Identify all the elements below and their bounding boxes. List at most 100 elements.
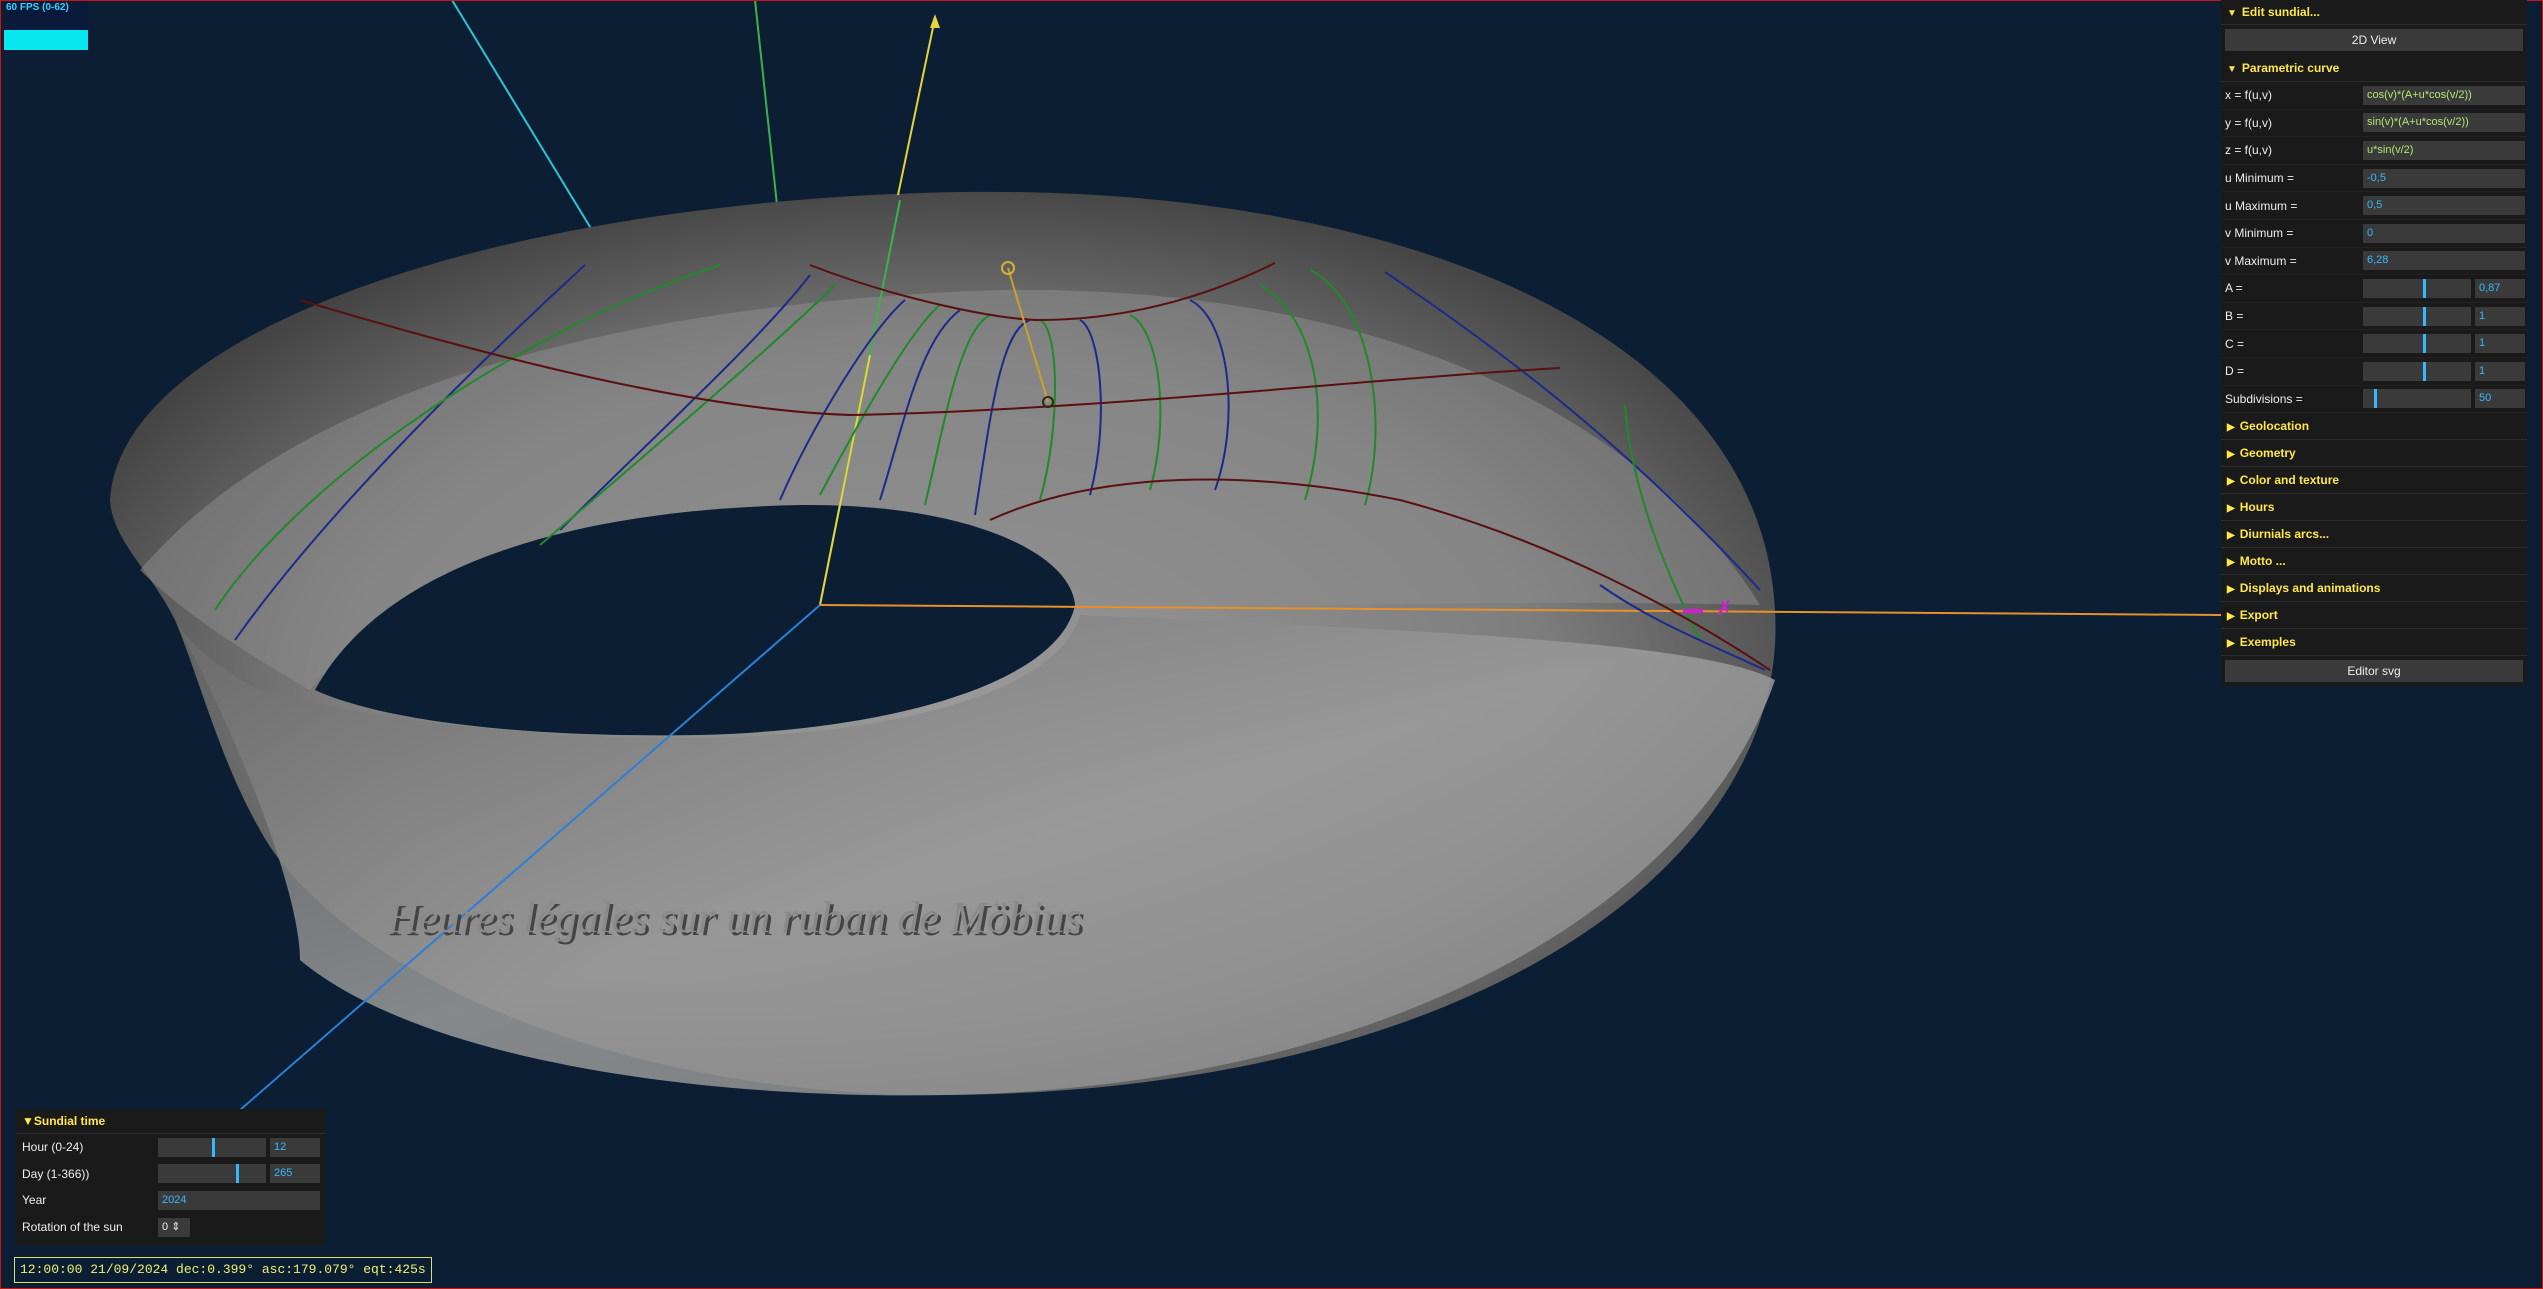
- folder-label: Hours: [2239, 500, 2275, 515]
- sun-arrow-icon: [930, 14, 940, 28]
- param-label: x = f(u,v): [2225, 88, 2273, 103]
- editor-svg-button[interactable]: Editor svg: [2225, 660, 2523, 683]
- day-label: Day (1-366)): [22, 1166, 90, 1181]
- param-row-y: y = f(u,v) sin(v)*(A+u*cos(v/2)): [2221, 110, 2527, 138]
- param-label: y = f(u,v): [2225, 115, 2273, 130]
- slider-knob[interactable]: [2423, 278, 2427, 298]
- shadow-point-icon: ✗: [1716, 596, 1733, 620]
- folder-label: Diurnials arcs...: [2239, 527, 2330, 542]
- edit-sundial-panel: ▼ Edit sundial... 2D View ▼ Parametric cur…: [2221, 0, 2527, 686]
- fps-bar: [4, 30, 88, 50]
- folder-label: Export: [2239, 608, 2278, 623]
- param-row-x: x = f(u,v) cos(v)*(A+u*cos(v/2)): [2221, 82, 2527, 110]
- rotation-select[interactable]: 0 ⇕: [158, 1217, 190, 1237]
- c-value-input[interactable]: 1: [2475, 334, 2525, 354]
- folder-geolocation[interactable]: ▶ Geolocation: [2221, 413, 2527, 441]
- folder-geometry[interactable]: ▶ Geometry: [2221, 440, 2527, 468]
- folder-hours[interactable]: ▶ Hours: [2221, 494, 2527, 522]
- slider-row-d: D = 1: [2221, 358, 2527, 386]
- c-slider[interactable]: [2363, 334, 2471, 354]
- param-label: z = f(u,v): [2225, 143, 2273, 158]
- year-row: Year 2024: [16, 1187, 326, 1214]
- param-row-umax: u Maximum = 0,5: [2221, 192, 2527, 220]
- sundial-time-header[interactable]: ▼Sundial time: [16, 1109, 326, 1134]
- slider-label: Subdivisions =: [2225, 391, 2303, 406]
- slider-knob[interactable]: [2423, 306, 2427, 326]
- b-slider[interactable]: [2363, 306, 2471, 326]
- chevron-right-icon: ▶: [2227, 449, 2235, 461]
- edit-sundial-header[interactable]: ▼ Edit sundial...: [2221, 0, 2527, 25]
- x-function-input[interactable]: cos(v)*(A+u*cos(v/2)): [2363, 85, 2525, 105]
- slider-row-c: C = 1: [2221, 330, 2527, 358]
- chevron-right-icon: ▶: [2227, 476, 2235, 488]
- slider-label: C =: [2225, 336, 2245, 351]
- folder-label: Displays and animations: [2239, 581, 2381, 596]
- rotation-label: Rotation of the sun: [22, 1220, 123, 1235]
- sundial-3d-viewport[interactable]: ✗ Heures légales sur un ruban de Möbius …: [0, 0, 2543, 1289]
- sundial-time-title: Sundial time: [33, 1114, 106, 1128]
- hour-value-input[interactable]: 12: [270, 1137, 320, 1157]
- sundial-time-panel: ▼Sundial time Hour (0-24) 12 Day (1-366)…: [16, 1109, 326, 1245]
- slider-knob[interactable]: [235, 1164, 239, 1184]
- subdivisions-slider[interactable]: [2363, 389, 2471, 409]
- slider-row-a: A = 0,87: [2221, 275, 2527, 303]
- param-label: v Maximum =: [2225, 253, 2297, 268]
- folder-exemples[interactable]: ▶ Exemples: [2221, 629, 2527, 657]
- u-max-input[interactable]: 0,5: [2363, 196, 2525, 216]
- param-row-z: z = f(u,v) u*sin(v/2): [2221, 137, 2527, 165]
- folder-label: Motto ...: [2239, 554, 2286, 569]
- rotation-row: Rotation of the sun 0 ⇕: [16, 1214, 326, 1241]
- slider-knob[interactable]: [2373, 389, 2377, 409]
- v-min-input[interactable]: 0: [2363, 223, 2525, 243]
- param-row-vmax: v Maximum = 6,28: [2221, 248, 2527, 276]
- folder-label: Color and texture: [2239, 473, 2340, 488]
- day-slider[interactable]: [158, 1164, 266, 1184]
- folder-export[interactable]: ▶ Export: [2221, 602, 2527, 630]
- folder-color-texture[interactable]: ▶ Color and texture: [2221, 467, 2527, 495]
- a-slider[interactable]: [2363, 278, 2471, 298]
- slider-label: D =: [2225, 364, 2245, 379]
- param-label: u Maximum =: [2225, 198, 2298, 213]
- param-label: v Minimum =: [2225, 226, 2294, 241]
- z-function-input[interactable]: u*sin(v/2): [2363, 140, 2525, 160]
- param-row-vmin: v Minimum = 0: [2221, 220, 2527, 248]
- year-label: Year: [22, 1193, 47, 1208]
- subdivisions-value-input[interactable]: 50: [2475, 389, 2525, 409]
- slider-knob[interactable]: [2423, 361, 2427, 381]
- edit-sundial-title: Edit sundial...: [2241, 5, 2320, 19]
- chevron-right-icon: ▶: [2227, 611, 2235, 623]
- parametric-curve-title: Parametric curve: [2241, 61, 2340, 75]
- d-value-input[interactable]: 1: [2475, 361, 2525, 381]
- slider-knob[interactable]: [212, 1137, 215, 1157]
- sun-direction-line: [897, 17, 936, 196]
- u-min-input[interactable]: -0,5: [2363, 168, 2525, 188]
- year-input[interactable]: 2024: [158, 1190, 320, 1210]
- hour-slider[interactable]: [158, 1137, 266, 1157]
- chevron-down-icon: ▼: [22, 1114, 34, 1128]
- chevron-down-icon: ▼: [2227, 8, 2237, 19]
- parametric-curve-folder[interactable]: ▼ Parametric curve: [2221, 55, 2527, 82]
- rotation-value: 0: [162, 1220, 169, 1233]
- d-slider[interactable]: [2363, 361, 2471, 381]
- param-label: u Minimum =: [2225, 171, 2295, 186]
- folder-label: Geometry: [2239, 446, 2296, 461]
- slider-label: A =: [2225, 281, 2243, 296]
- chevron-right-icon: ▶: [2227, 422, 2235, 434]
- day-value-input[interactable]: 265: [270, 1164, 320, 1184]
- b-value-input[interactable]: 1: [2475, 306, 2525, 326]
- folder-label: Geolocation: [2239, 419, 2310, 434]
- chevron-right-icon: ▶: [2227, 530, 2235, 542]
- chevron-right-icon: ▶: [2227, 584, 2235, 596]
- folder-displays-animations[interactable]: ▶ Displays and animations: [2221, 575, 2527, 603]
- chevron-down-icon: ▼: [2227, 64, 2237, 75]
- y-function-input[interactable]: sin(v)*(A+u*cos(v/2)): [2363, 113, 2525, 133]
- folder-label: Exemples: [2239, 635, 2296, 650]
- folder-diurnal-arcs[interactable]: ▶ Diurnials arcs...: [2221, 521, 2527, 549]
- 2d-view-button[interactable]: 2D View: [2225, 29, 2523, 51]
- chevron-right-icon: ▶: [2227, 638, 2235, 650]
- folder-motto[interactable]: ▶ Motto ...: [2221, 548, 2527, 576]
- a-value-input[interactable]: 0,87: [2475, 278, 2525, 298]
- param-row-umin: u Minimum = -0,5: [2221, 165, 2527, 193]
- slider-knob[interactable]: [2423, 334, 2427, 354]
- v-max-input[interactable]: 6,28: [2363, 251, 2525, 271]
